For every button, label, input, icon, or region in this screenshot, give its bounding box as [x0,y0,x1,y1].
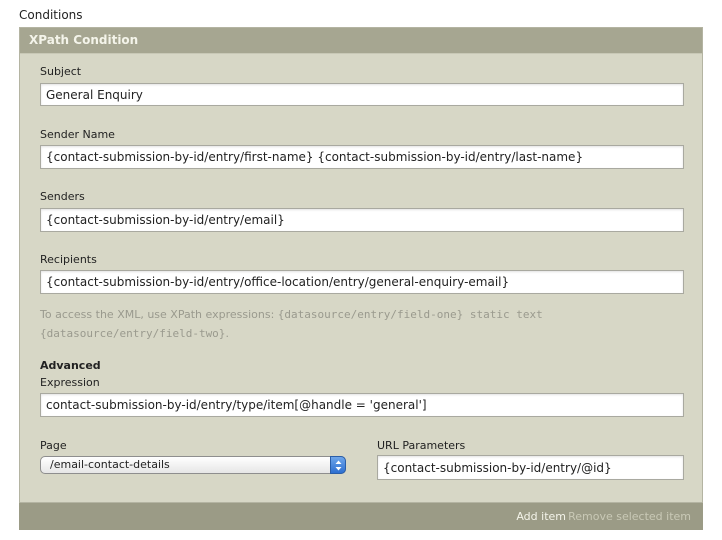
expression-input[interactable] [40,393,684,417]
senders-label: Senders [40,190,85,203]
page-select[interactable]: /email-contact-details [40,456,346,474]
recipients-input[interactable] [40,270,684,294]
xpath-help-text: To access the XML, use XPath expressions… [40,305,670,343]
senders-input[interactable] [40,208,684,232]
help-code-example-1: {datasource/entry/field-one} [277,308,464,321]
sender-name-input[interactable] [40,145,684,169]
panel-header[interactable]: XPath Condition [20,28,702,54]
help-prefix: To access the XML, use XPath expressions… [40,308,278,321]
subject-label: Subject [40,65,82,78]
subject-input[interactable] [40,83,684,106]
recipients-label: Recipients [40,253,97,266]
conditions-page: Conditions XPath Condition Subject Sende… [0,0,722,540]
select-arrows-icon[interactable] [330,456,346,474]
section-label: Conditions [19,8,83,22]
add-item-button[interactable]: Add item [516,510,566,523]
url-parameters-input[interactable] [377,455,684,480]
panel-footer: Add item Remove selected item [19,503,703,530]
help-code-example-2: {datasource/entry/field-two} [40,327,226,340]
help-middle: static text [463,308,543,321]
page-label: Page [40,439,67,452]
expression-label: Expression [40,376,100,389]
url-parameters-label: URL Parameters [377,439,466,452]
xpath-condition-panel: XPath Condition Subject Sender Name Send… [19,27,703,503]
remove-selected-item-button[interactable]: Remove selected item [568,510,691,523]
sender-name-label: Sender Name [40,128,115,141]
help-suffix: . [225,327,229,340]
advanced-heading: Advanced [40,359,101,372]
updown-chevron-icon [335,460,342,471]
page-select-value: /email-contact-details [50,458,170,471]
